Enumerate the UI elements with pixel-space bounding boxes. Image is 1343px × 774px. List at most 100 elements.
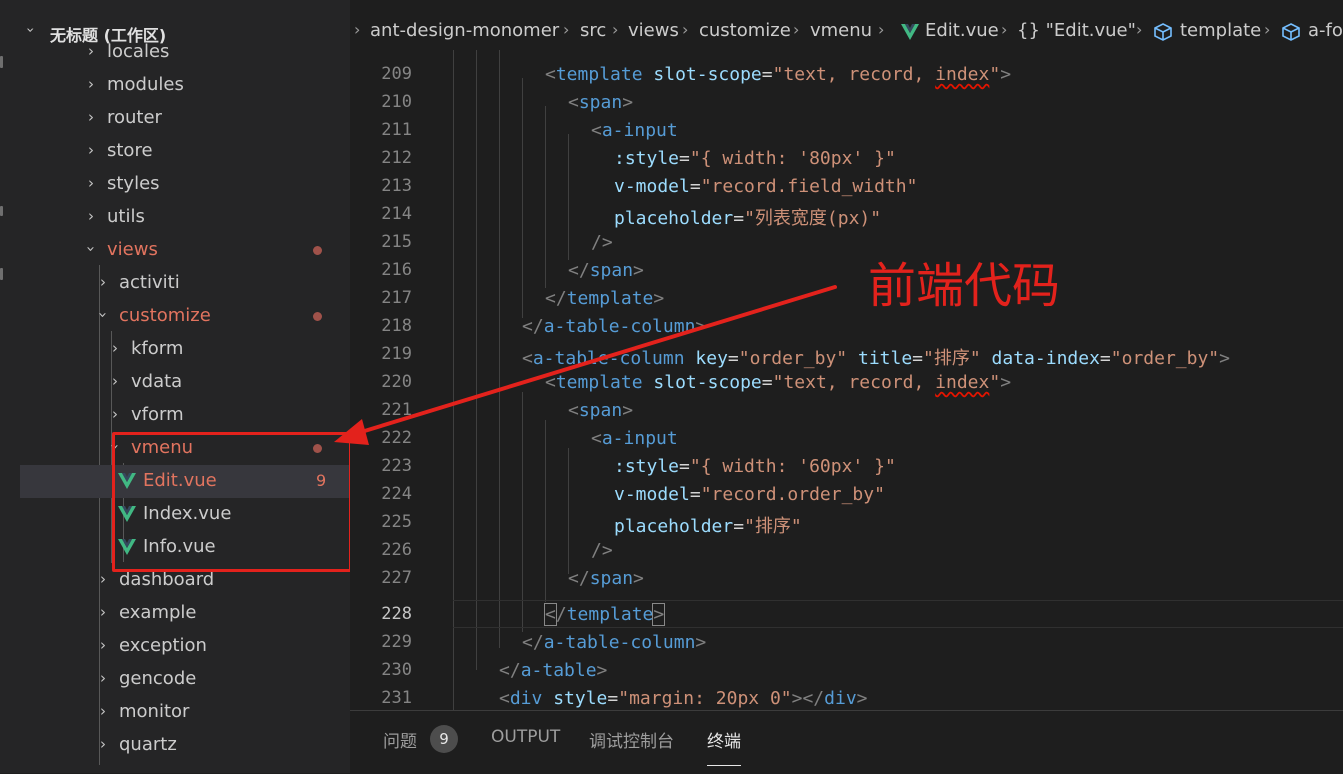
tab-debug-console[interactable]: 调试控制台	[589, 727, 674, 752]
chevron-right-icon: ›	[112, 372, 118, 390]
tree-item-label: monitor	[119, 701, 190, 722]
tree-item-label: dashboard	[119, 569, 215, 590]
chevron-right-icon: ›	[793, 20, 800, 39]
chevron-right-icon: ›	[88, 141, 94, 159]
line-number: 209	[381, 64, 412, 84]
code-line: 226 />	[350, 536, 1343, 564]
breadcrumb-item[interactable]: ant-design-monomer	[370, 20, 559, 41]
tree-item-label: locales	[107, 41, 170, 62]
problems-count-badge: 9	[430, 725, 458, 753]
code-content: :style="{ width: '80px' }"	[614, 148, 896, 169]
breadcrumb-item[interactable]: template	[1180, 20, 1261, 41]
tab-problems[interactable]: 问题	[383, 727, 417, 752]
chevron-right-icon: ›	[612, 20, 619, 39]
chevron-right-icon: ›	[100, 735, 106, 753]
code-line: 209 <template slot-scope="text, record, …	[350, 60, 1343, 88]
code-content: v-model="record.field_width"	[614, 176, 918, 197]
chevron-right-icon: ›	[1001, 20, 1008, 39]
code-content: <a-input	[591, 428, 678, 449]
chevron-right-icon: ›	[88, 42, 94, 60]
code-content: </span>	[568, 568, 644, 589]
tree-folder-modules[interactable]: › modules	[20, 69, 350, 102]
code-content: </a-table-column>	[522, 632, 707, 653]
code-content: <span>	[568, 400, 634, 421]
line-number: 225	[381, 512, 412, 532]
tree-item-label: router	[107, 107, 162, 128]
code-line: 221 <span>	[350, 396, 1343, 424]
line-number: 211	[381, 120, 412, 140]
code-content: </a-table>	[499, 660, 608, 681]
code-content: </template>	[545, 288, 665, 309]
line-number: 226	[381, 540, 412, 560]
tree-folder-styles[interactable]: › styles	[20, 168, 350, 201]
tree-folder-kform[interactable]: › kform	[20, 333, 350, 366]
code-line: 216 </span>	[350, 256, 1343, 284]
tree-folder-utils[interactable]: › utils	[20, 201, 350, 234]
tree-folder-exception[interactable]: › exception	[20, 630, 350, 663]
chevron-right-icon: ›	[563, 20, 570, 39]
modified-dot	[313, 312, 322, 321]
modified-dot	[313, 246, 322, 255]
tree-folder-store[interactable]: › store	[20, 135, 350, 168]
activity-icon[interactable]	[0, 268, 3, 280]
code-editor[interactable]: 209 <template slot-scope="text, record, …	[350, 50, 1343, 710]
tree-folder-gencode[interactable]: › gencode	[20, 663, 350, 696]
breadcrumb-item[interactable]: a-fo	[1308, 20, 1343, 41]
breadcrumb-item[interactable]: Edit.vue	[925, 20, 999, 41]
line-number: 210	[381, 92, 412, 112]
code-content: />	[591, 540, 613, 561]
breadcrumb-item[interactable]: {} "Edit.vue"	[1017, 20, 1136, 41]
line-number: 231	[381, 688, 412, 708]
activity-icon[interactable]	[0, 206, 3, 216]
chevron-right-icon: ›	[88, 207, 94, 225]
code-content: </a-table-column>	[522, 316, 707, 337]
activity-icon[interactable]	[0, 56, 3, 68]
breadcrumb-item[interactable]: customize	[699, 20, 791, 41]
tree-folder-customize[interactable]: › customize	[20, 300, 350, 333]
code-line: 212 :style="{ width: '80px' }"	[350, 144, 1343, 172]
chevron-right-icon: ›	[1136, 20, 1143, 39]
tree-item-label: example	[119, 602, 197, 623]
tree-folder-quartz[interactable]: › quartz	[20, 729, 350, 762]
tab-terminal[interactable]: 终端	[707, 727, 741, 766]
tree-folder-activiti[interactable]: › activiti	[20, 267, 350, 300]
tree-item-label: views	[107, 239, 158, 260]
annotation-label: 前端代码	[868, 258, 1061, 314]
chevron-right-icon: ›	[112, 405, 118, 423]
tree-folder-vform[interactable]: › vform	[20, 399, 350, 432]
code-content: <a-input	[591, 120, 678, 141]
tree-item-label: styles	[107, 173, 160, 194]
breadcrumb: › ant-design-monomer › src › views › cus…	[350, 14, 1343, 50]
tree-item-label: customize	[119, 305, 211, 326]
tree-folder-locales[interactable]: › locales	[20, 36, 350, 69]
code-line: 231 <div style="margin: 20px 0"></div>	[350, 684, 1343, 710]
tree-item-label: vform	[131, 404, 184, 425]
annotation-highlight-box	[112, 432, 350, 572]
bottom-panel: 问题 9 OUTPUT 调试控制台 终端	[350, 710, 1343, 774]
chevron-right-icon: ›	[112, 339, 118, 357]
code-content: <template slot-scope="text, record, inde…	[545, 64, 1012, 85]
chevron-right-icon: ›	[682, 20, 689, 39]
tree-folder-vdata[interactable]: › vdata	[20, 366, 350, 399]
line-number: 222	[381, 428, 412, 448]
code-content: <div style="margin: 20px 0"></div>	[499, 688, 868, 709]
tree-item-label: quartz	[119, 734, 177, 755]
tree-folder-example[interactable]: › example	[20, 597, 350, 630]
vue-file-icon	[901, 24, 919, 40]
tree-folder-router[interactable]: › router	[20, 102, 350, 135]
chevron-right-icon: ›	[88, 108, 94, 126]
tree-item-label: exception	[119, 635, 207, 656]
code-line: 218 </a-table-column>	[350, 312, 1343, 340]
tree-folder-monitor[interactable]: › monitor	[20, 696, 350, 729]
tree-folder-views[interactable]: › views	[20, 234, 350, 267]
chevron-right-icon: ›	[100, 603, 106, 621]
code-line: 220 <template slot-scope="text, record, …	[350, 368, 1343, 396]
line-number: 224	[381, 484, 412, 504]
tab-output[interactable]: OUTPUT	[491, 727, 560, 747]
breadcrumb-item[interactable]: vmenu	[810, 20, 872, 41]
tree-item-label: gencode	[119, 668, 197, 689]
tree-item-label: kform	[131, 338, 184, 359]
chevron-right-icon: ›	[100, 636, 106, 654]
breadcrumb-item[interactable]: src	[580, 20, 606, 41]
breadcrumb-item[interactable]: views	[628, 20, 679, 41]
